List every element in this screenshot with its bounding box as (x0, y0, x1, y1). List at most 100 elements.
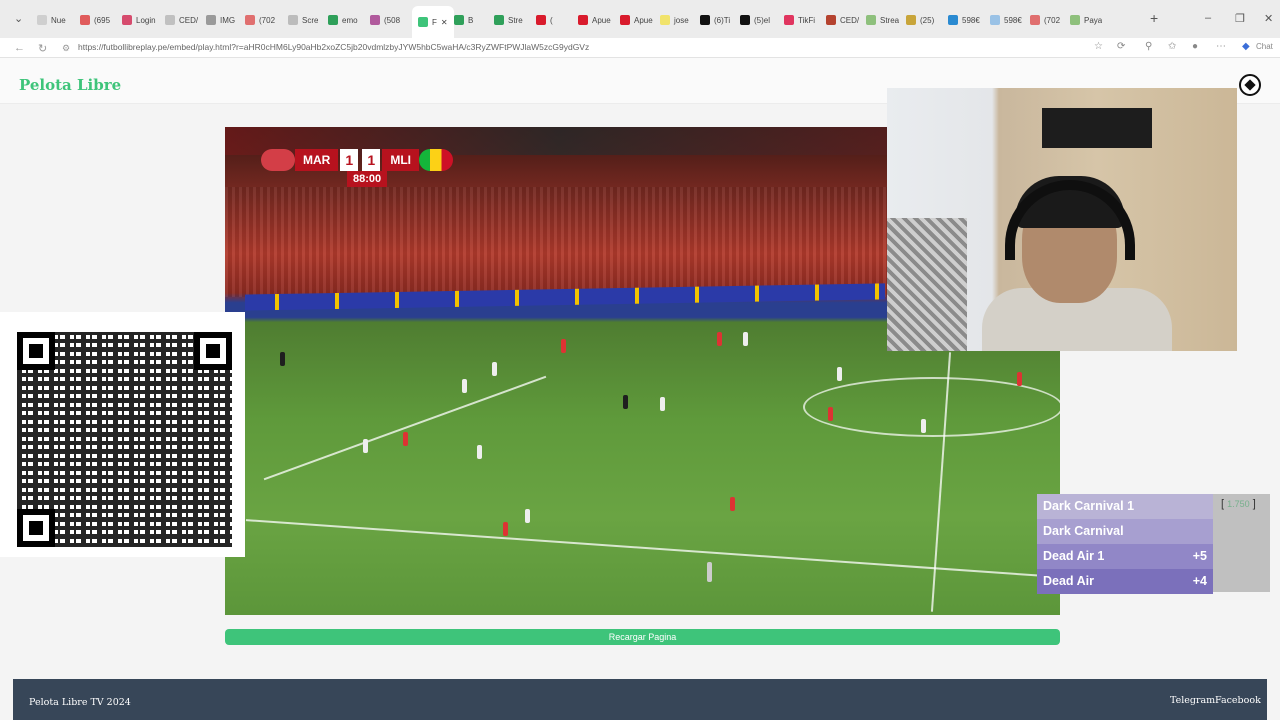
tab-search-icon[interactable]: ⌄ (14, 12, 23, 25)
tab-favicon-icon (206, 15, 216, 25)
browser-tab[interactable]: CED/ (165, 10, 198, 30)
pitch-line (263, 375, 547, 481)
telegram-link[interactable]: Telegram (1170, 695, 1215, 706)
tab-label: (702 (1044, 15, 1061, 25)
tab-favicon-icon (660, 15, 670, 25)
player (462, 379, 467, 393)
tab-favicon-icon (826, 15, 836, 25)
restore-icon[interactable]: ❐ (1235, 12, 1245, 25)
tab-favicon-icon (80, 15, 90, 25)
browser-tab[interactable]: (695 (80, 10, 110, 30)
tab-label: CED/ (179, 15, 199, 25)
browser-tab[interactable]: 598€ (990, 10, 1022, 30)
qr-finder (17, 332, 55, 370)
player (280, 352, 285, 366)
browser-tab[interactable]: Paya (1070, 10, 1102, 30)
extension-icon[interactable]: ⚲ (1145, 41, 1152, 52)
tab-label: 598€ (962, 15, 980, 25)
tab-label: Stre (508, 15, 523, 25)
home-score: 1 (340, 149, 359, 171)
site-brand[interactable]: Pelota Libre (19, 76, 121, 94)
browser-tab[interactable]: (702 (1030, 10, 1060, 30)
leaderboard-name: Dead Air (1043, 574, 1094, 588)
refresh-icon[interactable]: ⟳ (1117, 41, 1125, 52)
tab-label: F (432, 17, 437, 27)
tab-favicon-icon (418, 17, 428, 27)
close-window-icon[interactable]: ✕ (1264, 12, 1273, 25)
tab-label: jose (674, 15, 689, 25)
browser-tab[interactable]: CED/ (826, 10, 859, 30)
tab-favicon-icon (1070, 15, 1080, 25)
browser-tab[interactable]: 598€ (948, 10, 980, 30)
site-footer: Pelota Libre TV 2024 Telegram Facebook (13, 679, 1267, 720)
tab-label: TikFi (798, 15, 816, 25)
tab-favicon-icon (245, 15, 255, 25)
browser-tab[interactable]: Apue (620, 10, 653, 30)
reload-icon[interactable]: ↻ (38, 42, 47, 55)
browser-tab[interactable]: Scre (288, 10, 318, 30)
tab-label: Strea (880, 15, 900, 25)
minimize-icon[interactable]: – (1205, 12, 1211, 24)
browser-tab[interactable]: B (454, 10, 473, 30)
close-tab-icon[interactable]: ✕ (441, 18, 448, 27)
tab-favicon-icon (288, 15, 298, 25)
browser-tab[interactable]: Apue (578, 10, 611, 30)
home-flag-icon (261, 149, 295, 171)
browser-tab-bar: ⌄ Nue (695 Login CED/IMG (702 Scre emo (508 F ✕ B S… (0, 0, 1280, 38)
browser-tab[interactable]: jose (660, 10, 689, 30)
browser-tab[interactable]: (6)Ti (700, 10, 730, 30)
leaderboard-name: Dark Carnival 1 (1043, 499, 1135, 513)
tab-label: (702 (259, 15, 276, 25)
facebook-link[interactable]: Facebook (1215, 695, 1261, 706)
tab-favicon-icon (454, 15, 464, 25)
favorites-icon[interactable]: ✩ (1168, 41, 1176, 52)
tab-favicon-icon (620, 15, 630, 25)
browser-tab[interactable]: emo (328, 10, 358, 30)
away-score: 1 (362, 149, 381, 171)
browser-tab[interactable]: F ✕ (412, 6, 454, 38)
new-tab-icon[interactable]: + (1150, 10, 1158, 26)
leaderboard-points: +5 (1192, 549, 1207, 563)
match-clock: 88:00 (347, 171, 388, 187)
browser-tab[interactable]: ( (536, 10, 553, 30)
browser-tab[interactable]: Stre (494, 10, 523, 30)
player (828, 407, 833, 421)
url-field[interactable]: https://futbollibreplay.pe/embed/play.ht… (78, 42, 589, 52)
bookmark-star-icon[interactable]: ☆ (1094, 41, 1103, 52)
browser-tab[interactable]: TikFi (784, 10, 815, 30)
site-info-icon[interactable]: ⚙ (62, 43, 70, 54)
more-options-icon[interactable]: ⋯ (1216, 41, 1226, 52)
tab-favicon-icon (1030, 15, 1040, 25)
profile-icon[interactable]: ● (1192, 41, 1198, 52)
leaderboard-row: Dead Air +4 (1037, 569, 1213, 594)
tab-favicon-icon (990, 15, 1000, 25)
back-icon[interactable]: ← (14, 42, 25, 54)
tab-favicon-icon (494, 15, 504, 25)
leaderboard-name: Dead Air 1 (1043, 549, 1105, 563)
tab-favicon-icon (700, 15, 710, 25)
reload-page-button[interactable]: Recargar Pagina (225, 629, 1060, 645)
tab-label: ( (550, 15, 553, 25)
chat-button[interactable]: Chat (1256, 42, 1273, 51)
player (921, 419, 926, 433)
tab-label: 598€ (1004, 15, 1022, 25)
browser-tab[interactable]: Login (122, 10, 156, 30)
soccer-ball-icon (1239, 74, 1261, 96)
leaderboard-row: Dark Carnival (1037, 519, 1213, 544)
browser-tab[interactable]: (702 (245, 10, 275, 30)
copilot-icon[interactable]: ◆ (1242, 41, 1250, 52)
away-flag-icon (419, 149, 453, 171)
player (363, 439, 368, 453)
browser-tab[interactable]: Strea (866, 10, 899, 30)
browser-tab[interactable]: Nue (37, 10, 66, 30)
tab-favicon-icon (906, 15, 916, 25)
tab-favicon-icon (122, 15, 132, 25)
browser-tab[interactable]: (508 (370, 10, 400, 30)
browser-tab[interactable]: (5)el (740, 10, 770, 30)
player (730, 497, 735, 511)
leaderboard-row: Dead Air 1 +5 (1037, 544, 1213, 569)
browser-tab[interactable]: (25) (906, 10, 934, 30)
tab-label: emo (342, 15, 358, 25)
tab-label: Scre (302, 15, 319, 25)
browser-tab[interactable]: IMG (206, 10, 235, 30)
